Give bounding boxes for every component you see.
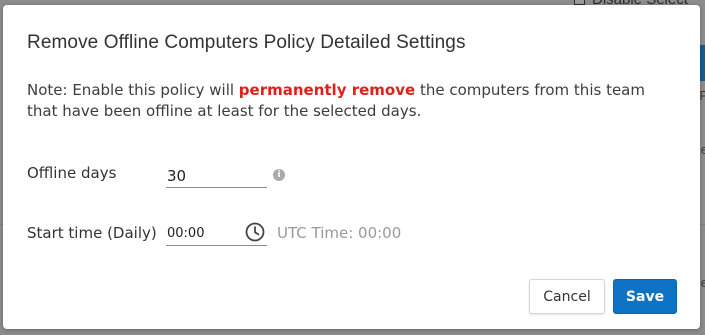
note-prefix: Note: Enable this policy will: [27, 81, 239, 99]
save-button[interactable]: Save: [613, 279, 677, 314]
background-letter: P: [699, 88, 705, 103]
clock-icon[interactable]: [244, 221, 266, 243]
utc-time-text: UTC Time: 00:00: [277, 224, 402, 242]
note-emphasis: permanently remove: [238, 81, 416, 99]
start-time-label: Start time (Daily): [27, 224, 157, 242]
background-letter: e: [700, 275, 705, 290]
offline-days-input[interactable]: [166, 164, 267, 188]
policy-note: Note: Enable this policy will permanentl…: [27, 80, 677, 122]
info-icon[interactable]: i: [273, 169, 285, 181]
cancel-button[interactable]: Cancel: [529, 279, 605, 314]
background-letter: e: [700, 142, 705, 157]
offline-days-label: Offline days: [27, 164, 117, 182]
dialog-title: Remove Offline Computers Policy Detailed…: [27, 32, 466, 53]
policy-settings-dialog: Remove Offline Computers Policy Detailed…: [3, 5, 700, 329]
